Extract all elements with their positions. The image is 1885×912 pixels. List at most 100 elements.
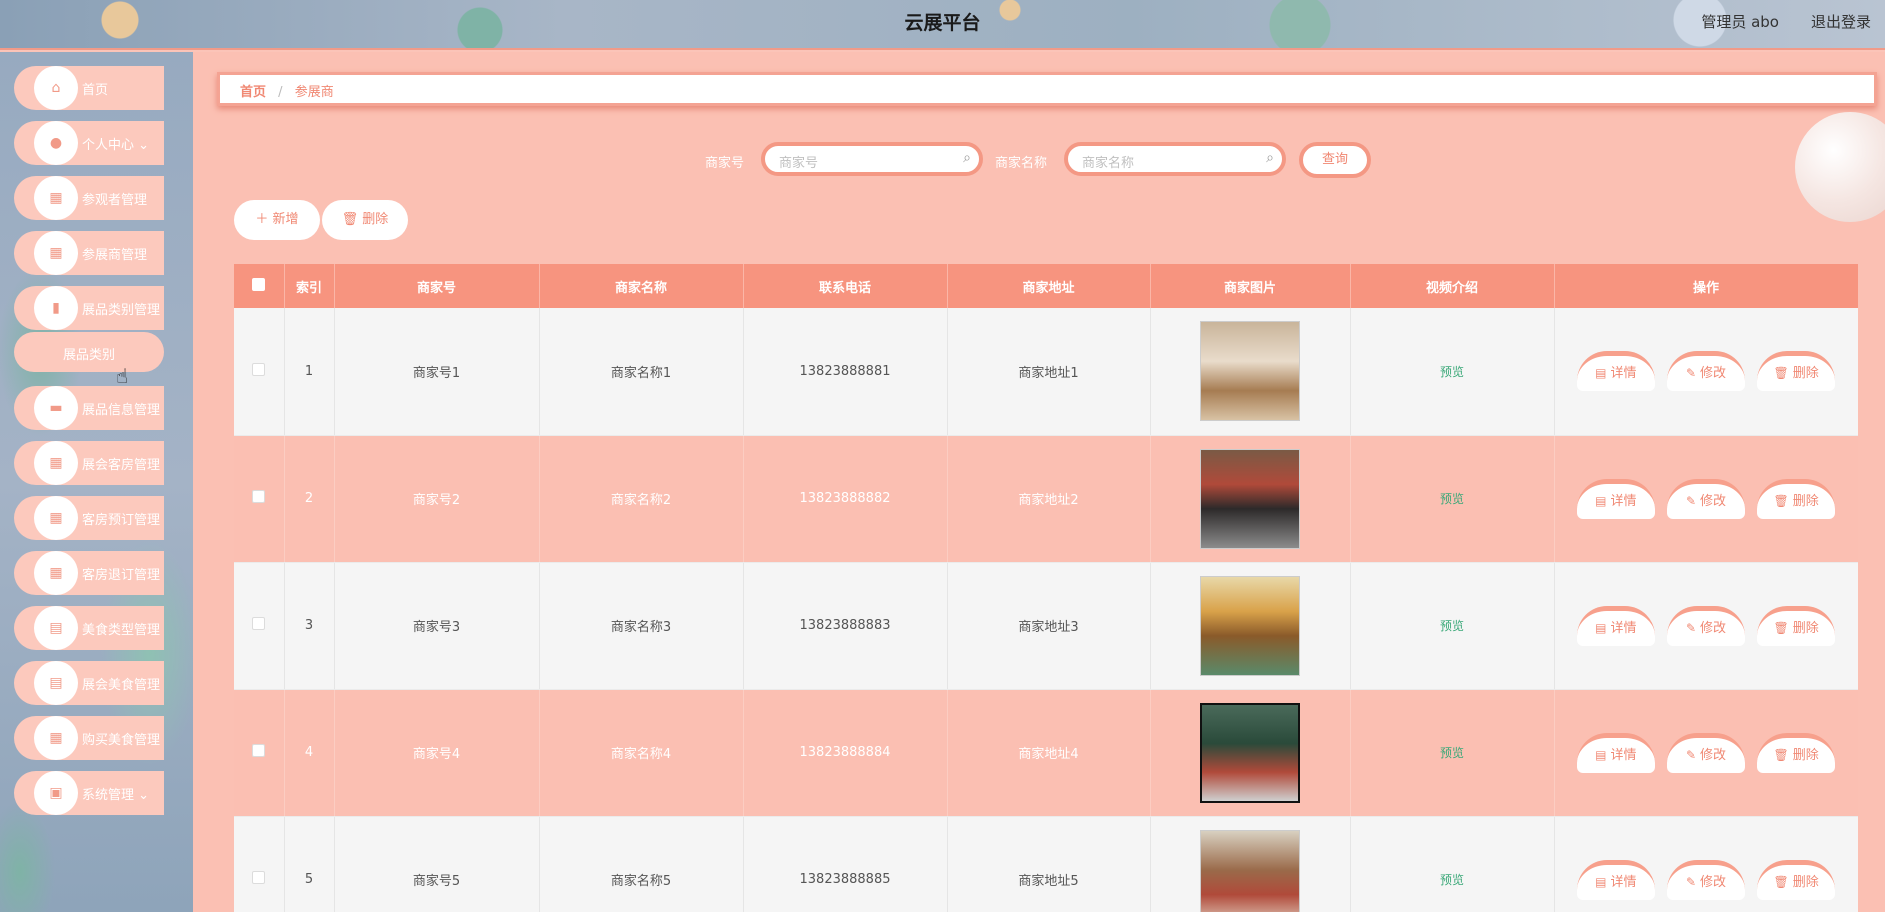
row-checkbox[interactable]: [234, 689, 285, 817]
sidebar-item-label: 参观者管理: [82, 193, 148, 208]
trash-icon: 🗑: [1773, 493, 1789, 508]
sidebar-item-room-management[interactable]: ▦ 展会客房管理: [14, 441, 164, 485]
col-video: 视频介绍: [1350, 264, 1555, 308]
trash-icon: 🗑: [1773, 366, 1789, 381]
merchant-name-input[interactable]: 商家名称 ⌕: [1064, 142, 1286, 176]
col-index: 索引: [284, 264, 335, 308]
grid-icon: ▦: [34, 716, 78, 760]
select-all-checkbox[interactable]: [234, 264, 285, 308]
batch-delete-button[interactable]: 🗑 删除: [322, 200, 408, 240]
sidebar-item-room-cancel-management[interactable]: ▦ 客房退订管理: [14, 551, 164, 595]
edit-button[interactable]: ✎ 修改: [1667, 732, 1745, 773]
sidebar-item-food-type-management[interactable]: ▤ 美食类型管理: [14, 606, 164, 650]
delete-button[interactable]: 🗑 删除: [1757, 478, 1836, 519]
bar-chart-icon: ▮: [34, 286, 78, 330]
cell-index: 1: [284, 308, 335, 436]
cell-index: 5: [284, 816, 335, 912]
video-preview-link[interactable]: 预览: [1440, 746, 1464, 760]
sidebar-item-personal-center[interactable]: ● 个人中心 ⌄: [14, 121, 164, 165]
delete-label: 删除: [1792, 366, 1819, 382]
detail-button[interactable]: ▤ 详情: [1576, 605, 1655, 646]
col-merchant-code: 商家号: [334, 264, 540, 308]
cell-index: 4: [284, 689, 335, 817]
merchant-code-input[interactable]: 商家号 ⌕: [761, 142, 983, 176]
cell-phone: 13823888885: [743, 816, 948, 912]
merchant-image[interactable]: [1200, 702, 1300, 803]
video-preview-link[interactable]: 预览: [1440, 365, 1464, 379]
search-icon: ⌕: [963, 150, 971, 166]
grid-icon: ▦: [34, 551, 78, 595]
sidebar-item-room-booking-management[interactable]: ▦ 客房预订管理: [14, 496, 164, 540]
video-preview-link[interactable]: 预览: [1440, 873, 1464, 887]
col-merchant-name: 商家名称: [539, 264, 744, 308]
document-icon: ▤: [1595, 366, 1607, 381]
add-button[interactable]: ＋ 新增: [234, 200, 320, 240]
edit-button[interactable]: ✎ 修改: [1667, 605, 1745, 646]
row-checkbox[interactable]: [234, 435, 285, 563]
cell-image: [1150, 689, 1351, 817]
document-icon: ▤: [1595, 874, 1607, 889]
row-checkbox[interactable]: [234, 308, 285, 436]
current-user: 管理员 abo: [1701, 13, 1779, 31]
delete-button[interactable]: 🗑 删除: [1757, 732, 1836, 773]
merchant-name-placeholder: 商家名称: [1082, 156, 1135, 171]
cell-address: 商家地址2: [947, 435, 1151, 563]
col-phone: 联系电话: [743, 264, 948, 308]
video-preview-link[interactable]: 预览: [1440, 492, 1464, 506]
sidebar-item-visitor-management[interactable]: ▦ 参观者管理: [14, 176, 164, 220]
sidebar-subitem-exhibit-category[interactable]: 展品类别: [14, 332, 164, 372]
trash-icon: 🗑: [1773, 747, 1789, 762]
detail-button[interactable]: ▤ 详情: [1576, 351, 1655, 392]
sidebar-item-system-management[interactable]: ▣ 系统管理 ⌄: [14, 771, 164, 815]
clipboard-icon: ▤: [34, 661, 78, 705]
detail-label: 详情: [1610, 366, 1637, 382]
delete-button[interactable]: 🗑 删除: [1757, 859, 1836, 900]
breadcrumb-current: 参展商: [294, 85, 334, 100]
cell-video: 预览: [1350, 689, 1555, 817]
sidebar-item-label: 展会客房管理: [82, 458, 161, 473]
breadcrumb-home[interactable]: 首页: [240, 85, 266, 100]
detail-button[interactable]: ▤ 详情: [1576, 478, 1655, 519]
top-bar: 云展平台 管理员 abo 退出登录: [0, 0, 1885, 50]
cell-video: 预览: [1350, 562, 1555, 690]
person-icon: ●: [34, 121, 78, 165]
edit-button[interactable]: ✎ 修改: [1667, 351, 1745, 392]
detail-button[interactable]: ▤ 详情: [1576, 732, 1655, 773]
sidebar-subitem-label: 展品类别: [62, 348, 115, 363]
cell-name: 商家名称1: [539, 308, 744, 436]
merchant-image[interactable]: [1200, 448, 1300, 549]
delete-button[interactable]: 🗑 删除: [1757, 351, 1836, 392]
detail-button[interactable]: ▤ 详情: [1576, 859, 1655, 900]
sidebar-item-exhibit-info-management[interactable]: ▬ 展品信息管理: [14, 386, 164, 430]
merchant-image[interactable]: [1200, 575, 1300, 676]
sidebar-item-exhibit-category-management[interactable]: ▮ 展品类别管理: [14, 286, 164, 330]
cell-name: 商家名称5: [539, 816, 744, 912]
sidebar-item-exhibitor-management[interactable]: ▦ 参展商管理: [14, 231, 164, 275]
cell-video: 预览: [1350, 816, 1555, 912]
video-preview-link[interactable]: 预览: [1440, 619, 1464, 633]
delete-button[interactable]: 🗑 删除: [1757, 605, 1836, 646]
merchant-image[interactable]: [1200, 321, 1300, 422]
edit-button[interactable]: ✎ 修改: [1667, 859, 1745, 900]
cell-name: 商家名称2: [539, 435, 744, 563]
sidebar-item-label: 展品信息管理: [82, 403, 161, 418]
logout-link[interactable]: 退出登录: [1811, 11, 1871, 32]
edit-label: 修改: [1700, 366, 1727, 382]
cell-address: 商家地址1: [947, 308, 1151, 436]
sidebar-item-buy-food-management[interactable]: ▦ 购买美食管理: [14, 716, 164, 760]
row-checkbox[interactable]: [234, 816, 285, 912]
delete-label: 删除: [1792, 747, 1819, 763]
sidebar-item-home[interactable]: ⌂ 首页: [14, 66, 164, 110]
table-row: 2 商家号2 商家名称2 13823888882 商家地址2 预览 ▤ 详情 ✎ 修…: [234, 435, 1858, 563]
merchant-image[interactable]: [1200, 829, 1300, 912]
query-button[interactable]: 查询: [1299, 142, 1371, 178]
row-checkbox[interactable]: [234, 562, 285, 690]
cell-index: 3: [284, 562, 335, 690]
col-address: 商家地址: [947, 264, 1151, 308]
sidebar-item-expo-food-management[interactable]: ▤ 展会美食管理: [14, 661, 164, 705]
cell-image: [1150, 562, 1351, 690]
cell-code: 商家号2: [334, 435, 540, 563]
edit-button[interactable]: ✎ 修改: [1667, 478, 1745, 519]
search-label-code: 商家号: [705, 156, 745, 171]
table-row: 5 商家号5 商家名称5 13823888885 商家地址5 预览 ▤ 详情 ✎ 修…: [234, 816, 1858, 912]
